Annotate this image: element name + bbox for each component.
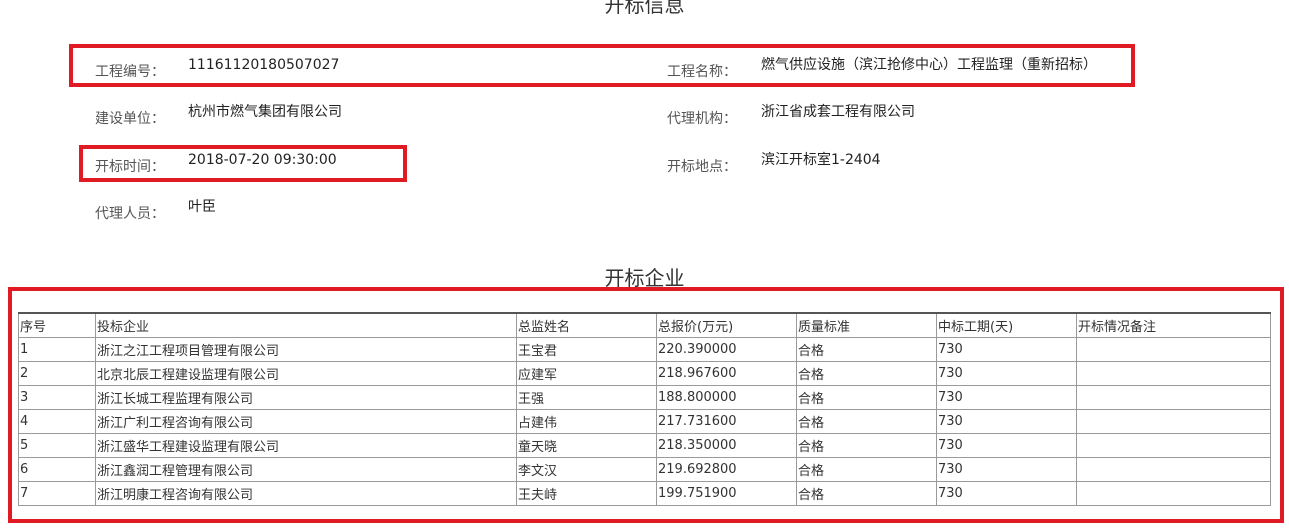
agency-value: 浙江省成套工程有限公司 <box>761 104 915 120</box>
row-price: 220.390000 <box>656 337 797 362</box>
row-period: 730 <box>936 433 1077 458</box>
table-body: 1 浙江之江工程项目管理有限公司 王宝君 220.390000 合格 730 2 北京北辰工程… <box>18 337 1271 506</box>
row-period: 730 <box>936 385 1077 410</box>
col-period-header: 中标工期(天) <box>936 312 1077 338</box>
table-row: 5 浙江盛华工程建设监理有限公司 童天晓 218.350000 合格 730 <box>18 433 1271 458</box>
table-row: 1 浙江之江工程项目管理有限公司 王宝君 220.390000 合格 730 <box>18 337 1271 362</box>
row-remark <box>1076 457 1271 482</box>
row-index: 5 <box>18 433 96 458</box>
row-index: 7 <box>18 481 96 506</box>
row-company: 浙江长城工程监理有限公司 <box>95 385 517 410</box>
col-remark-header: 开标情况备注 <box>1076 312 1271 338</box>
col-quality-header: 质量标准 <box>796 312 937 338</box>
row-remark <box>1076 337 1271 362</box>
row-quality: 合格 <box>796 385 937 410</box>
row-quality: 合格 <box>796 337 937 362</box>
row-remark <box>1076 385 1271 410</box>
builder-field: 建设单位： 杭州市燃气集团有限公司 <box>95 104 342 131</box>
agent-person-label: 代理人员： <box>95 206 165 222</box>
row-director: 王宝君 <box>516 337 657 362</box>
row-price: 188.800000 <box>656 385 797 410</box>
row-company: 浙江之江工程项目管理有限公司 <box>95 337 517 362</box>
table-row: 7 浙江明康工程咨询有限公司 王夫峙 199.751900 合格 730 <box>18 481 1271 506</box>
row-director: 童天晓 <box>516 433 657 458</box>
row-period: 730 <box>936 409 1077 434</box>
row-price: 219.692800 <box>656 457 797 482</box>
row-company: 浙江明康工程咨询有限公司 <box>95 481 517 506</box>
row-company: 浙江盛华工程建设监理有限公司 <box>95 433 517 458</box>
row-price: 218.350000 <box>656 433 797 458</box>
row-period: 730 <box>936 361 1077 386</box>
agency-field: 代理机构： 浙江省成套工程有限公司 <box>667 104 915 131</box>
row-price: 199.751900 <box>656 481 797 506</box>
col-index-header: 序号 <box>18 312 96 338</box>
row-price: 217.731600 <box>656 409 797 434</box>
table-row: 6 浙江鑫润工程管理有限公司 李文汉 219.692800 合格 730 <box>18 457 1271 482</box>
agent-person-field: 代理人员： 叶臣 <box>95 199 216 226</box>
col-company-header: 投标企业 <box>95 312 517 338</box>
row-remark <box>1076 481 1271 506</box>
info-section-title: 开标信息 <box>604 0 685 17</box>
table-row: 2 北京北辰工程建设监理有限公司 应建军 218.967600 合格 730 <box>18 361 1271 386</box>
table-row: 4 浙江广利工程咨询有限公司 占建伟 217.731600 合格 730 <box>18 409 1271 434</box>
row-period: 730 <box>936 481 1077 506</box>
row-index: 2 <box>18 361 96 386</box>
row-director: 王强 <box>516 385 657 410</box>
bids-table-wrapper: 序号 投标企业 总监姓名 总报价(万元) 质量标准 中标工期(天) 开标情况备注 1 浙江之江… <box>18 312 1271 506</box>
highlight-box-project <box>69 44 1135 87</box>
highlight-box-open-time <box>79 145 407 182</box>
open-place-label: 开标地点： <box>667 159 737 175</box>
col-price-header: 总报价(万元) <box>656 312 797 338</box>
row-remark <box>1076 409 1271 434</box>
row-director: 占建伟 <box>516 409 657 434</box>
agent-person-value: 叶臣 <box>188 199 216 215</box>
builder-label: 建设单位： <box>95 111 165 127</box>
row-period: 730 <box>936 337 1077 362</box>
open-place-value: 滨江开标室1-2404 <box>761 152 881 168</box>
row-quality: 合格 <box>796 457 937 482</box>
row-director: 李文汉 <box>516 457 657 482</box>
row-index: 1 <box>18 337 96 362</box>
row-index: 3 <box>18 385 96 410</box>
table-header-row: 序号 投标企业 总监姓名 总报价(万元) 质量标准 中标工期(天) 开标情况备注 <box>18 312 1271 338</box>
agency-label: 代理机构： <box>667 111 737 127</box>
row-period: 730 <box>936 457 1077 482</box>
row-price: 218.967600 <box>656 361 797 386</box>
row-company: 浙江鑫润工程管理有限公司 <box>95 457 517 482</box>
row-company: 浙江广利工程咨询有限公司 <box>95 409 517 434</box>
page: 开标信息 工程编号： 11161120180507027 工程名称： 燃气供应设… <box>0 0 1289 529</box>
row-director: 王夫峙 <box>516 481 657 506</box>
table-row: 3 浙江长城工程监理有限公司 王强 188.800000 合格 730 <box>18 385 1271 410</box>
open-place-field: 开标地点： 滨江开标室1-2404 <box>667 152 881 179</box>
row-quality: 合格 <box>796 481 937 506</box>
bids-table: 序号 投标企业 总监姓名 总报价(万元) 质量标准 中标工期(天) 开标情况备注 1 浙江之江… <box>18 312 1271 506</box>
row-quality: 合格 <box>796 409 937 434</box>
row-remark <box>1076 433 1271 458</box>
row-index: 6 <box>18 457 96 482</box>
row-quality: 合格 <box>796 433 937 458</box>
builder-value: 杭州市燃气集团有限公司 <box>188 104 342 120</box>
row-quality: 合格 <box>796 361 937 386</box>
row-index: 4 <box>18 409 96 434</box>
row-remark <box>1076 361 1271 386</box>
row-director: 应建军 <box>516 361 657 386</box>
row-company: 北京北辰工程建设监理有限公司 <box>95 361 517 386</box>
col-director-header: 总监姓名 <box>516 312 657 338</box>
